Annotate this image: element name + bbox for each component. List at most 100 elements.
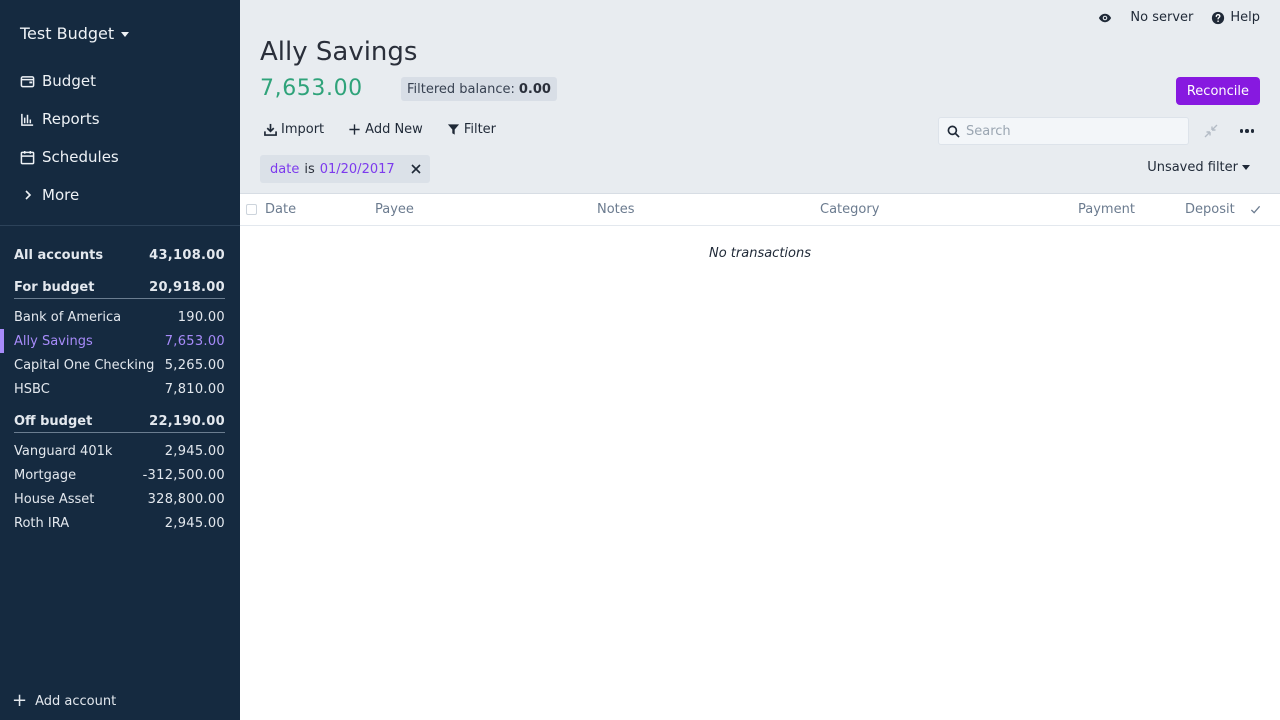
search-input[interactable] xyxy=(966,123,1186,139)
empty-state: No transactions xyxy=(708,246,812,261)
account-label: All accounts xyxy=(14,247,104,263)
main-content: No server Help Ally Savings 7,653.00 Fil… xyxy=(240,0,1280,720)
nav-label-schedules: Schedules xyxy=(42,148,119,166)
unsaved-filter-dropdown[interactable]: Unsaved filter xyxy=(1147,160,1250,175)
cleared-check-icon[interactable] xyxy=(1250,204,1261,215)
import-button[interactable]: Import xyxy=(260,120,328,139)
account-label: HSBC xyxy=(14,381,50,397)
account-amount: 5,265.00 xyxy=(164,357,225,373)
account-amount: 190.00 xyxy=(177,309,225,325)
accounts-list: All accounts 43,108.00 For budget 20,918… xyxy=(0,243,225,535)
column-date[interactable]: Date xyxy=(265,202,296,217)
add-new-label: Add New xyxy=(365,122,423,137)
account-title: Ally Savings xyxy=(260,37,418,67)
column-deposit[interactable]: Deposit xyxy=(1185,202,1235,217)
caret-down-icon xyxy=(1242,165,1250,170)
filtered-balance-value: 0.00 xyxy=(518,81,551,97)
account-label: Capital One Checking xyxy=(14,357,155,373)
account-label: Roth IRA xyxy=(14,515,70,531)
dot-icon xyxy=(1245,129,1249,133)
caret-down-icon xyxy=(121,32,130,37)
chevron-right-icon xyxy=(25,190,32,200)
account-item-hsbc[interactable]: HSBC 7,810.00 xyxy=(14,377,225,401)
filter-chip[interactable]: date is 01/20/2017 xyxy=(260,155,430,183)
help-label: Help xyxy=(1230,10,1260,25)
plus-icon: + xyxy=(12,690,28,711)
all-accounts-row[interactable]: All accounts 43,108.00 xyxy=(14,243,225,267)
reconcile-button[interactable]: Reconcile xyxy=(1175,77,1260,105)
for-budget-group[interactable]: For budget 20,918.00 xyxy=(14,277,225,299)
account-label: Mortgage xyxy=(14,467,77,483)
column-payment[interactable]: Payment xyxy=(1078,202,1135,217)
account-item-mortgage[interactable]: Mortgage -312,500.00 xyxy=(14,463,225,487)
eye-icon xyxy=(1099,13,1112,22)
calendar-icon xyxy=(20,150,35,164)
download-icon xyxy=(264,123,277,136)
filter-label: Filter xyxy=(463,122,497,137)
nav-item-reports[interactable]: Reports xyxy=(0,100,240,138)
dot-icon xyxy=(1239,129,1244,133)
account-item-roth-ira[interactable]: Roth IRA 2,945.00 xyxy=(14,511,225,535)
group-amount: 22,190.00 xyxy=(149,414,225,429)
column-notes[interactable]: Notes xyxy=(597,202,635,217)
sidebar-nav: Budget Reports Schedules More xyxy=(0,62,240,214)
filter-field: date xyxy=(270,161,300,177)
account-item-vanguard-401k[interactable]: Vanguard 401k 2,945.00 xyxy=(14,439,225,463)
wallet-icon xyxy=(20,75,35,87)
account-item-house-asset[interactable]: House Asset 328,800.00 xyxy=(14,487,225,511)
account-amount: 7,653.00 xyxy=(164,333,225,349)
plus-icon xyxy=(349,124,360,135)
off-budget-group[interactable]: Off budget 22,190.00 xyxy=(14,411,225,433)
account-amount: 2,945.00 xyxy=(164,443,225,459)
import-label: Import xyxy=(281,122,325,137)
transactions-table: Date Payee Notes Category Payment Deposi… xyxy=(240,193,1280,720)
account-amount: -312,500.00 xyxy=(142,467,225,483)
account-amount: 328,800.00 xyxy=(147,491,225,507)
help-button[interactable]: Help xyxy=(1211,10,1260,25)
group-label: For budget xyxy=(14,280,95,295)
filtered-balance-label: Filtered balance: xyxy=(407,81,515,97)
account-item-bank-of-america[interactable]: Bank of America 190.00 xyxy=(14,305,225,329)
account-label: Bank of America xyxy=(14,309,122,325)
budget-name: Test Budget xyxy=(20,24,115,43)
account-amount: 43,108.00 xyxy=(149,247,225,263)
bar-chart-icon xyxy=(21,113,34,126)
account-label: Ally Savings xyxy=(14,333,93,349)
unsaved-filter-label: Unsaved filter xyxy=(1147,160,1238,175)
nav-label-reports: Reports xyxy=(42,110,100,128)
filter-icon xyxy=(447,124,459,135)
server-status-button[interactable]: No server xyxy=(1130,10,1193,25)
filter-op: is xyxy=(304,161,315,177)
column-category[interactable]: Category xyxy=(820,202,879,217)
group-amount: 20,918.00 xyxy=(149,280,225,295)
table-header: Date Payee Notes Category Payment Deposi… xyxy=(240,194,1280,226)
account-label: Vanguard 401k xyxy=(14,443,113,459)
collapse-icon[interactable] xyxy=(1203,123,1219,139)
nav-item-more[interactable]: More xyxy=(0,176,240,214)
budget-name-dropdown[interactable]: Test Budget xyxy=(20,24,130,43)
help-icon xyxy=(1212,11,1225,24)
account-balance[interactable]: 7,653.00 xyxy=(260,76,363,101)
account-amount: 2,945.00 xyxy=(164,515,225,531)
add-account-label: Add account xyxy=(35,693,117,709)
account-item-ally-savings[interactable]: Ally Savings 7,653.00 xyxy=(0,329,225,353)
add-new-button[interactable]: Add New xyxy=(344,120,427,139)
more-options-button[interactable] xyxy=(1237,122,1257,140)
server-status: No server xyxy=(1130,10,1194,25)
nav-item-schedules[interactable]: Schedules xyxy=(0,138,240,176)
account-item-capital-one-checking[interactable]: Capital One Checking 5,265.00 xyxy=(14,353,225,377)
nav-label-more: More xyxy=(42,186,80,204)
search-box[interactable] xyxy=(938,117,1189,145)
close-icon[interactable] xyxy=(410,163,422,175)
select-all-checkbox[interactable] xyxy=(246,204,257,215)
search-icon xyxy=(947,125,960,138)
account-amount: 7,810.00 xyxy=(164,381,225,397)
filtered-balance: Filtered balance: 0.00 xyxy=(401,77,557,101)
column-payee[interactable]: Payee xyxy=(375,202,414,217)
nav-label-budget: Budget xyxy=(42,72,96,90)
nav-item-budget[interactable]: Budget xyxy=(0,62,240,100)
add-account-button[interactable]: + Add account xyxy=(12,692,116,710)
sidebar: Test Budget Budget Reports Schedules Mor… xyxy=(0,0,240,720)
privacy-toggle-button[interactable] xyxy=(1098,11,1112,25)
filter-button[interactable]: Filter xyxy=(443,120,500,139)
